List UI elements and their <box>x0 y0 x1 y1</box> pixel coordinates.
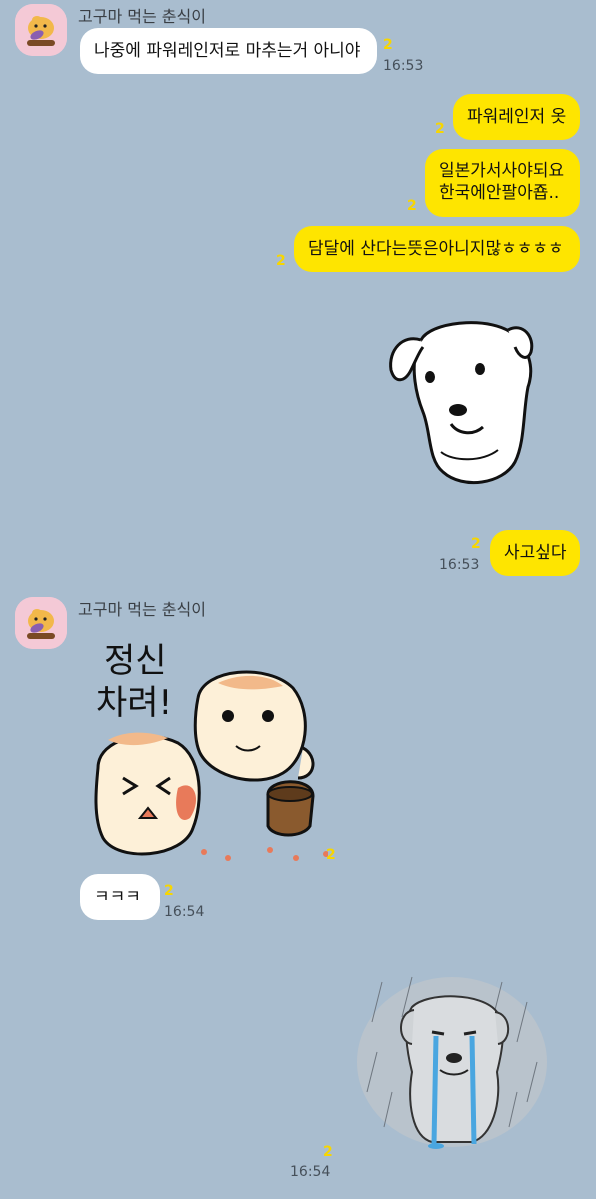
sender-avatar[interactable] <box>15 4 67 56</box>
crying-dog-icon <box>357 976 547 1149</box>
sender-name: 고구마 먹는 춘식이 <box>78 7 206 26</box>
message-text-line: 일본가서사야되요 <box>439 161 565 181</box>
message-time: 16:53 <box>383 58 424 74</box>
hamsters-icon: 정신 차려! <box>94 641 328 861</box>
message-bubble-incoming[interactable]: 나중에 파워레인저로 마추는거 아니야 <box>80 28 377 74</box>
chunsik-avatar-icon <box>15 4 67 56</box>
message-text: ㅋㅋㅋ <box>94 887 141 907</box>
sticker-text-line: 차려! <box>96 683 172 723</box>
unread-count: 2 <box>326 847 336 863</box>
message-text: 파워레인저 옷 <box>467 107 567 127</box>
message-text: 나중에 파워레인저로 마추는거 아니야 <box>94 41 361 61</box>
message-bubble-incoming[interactable]: ㅋㅋㅋ <box>80 874 160 920</box>
hamsters-sticker[interactable]: 정신 차려! <box>78 628 328 868</box>
message-bubble-outgoing[interactable]: 담달에 산다는뜻은아니지많ㅎㅎㅎㅎ <box>294 226 580 272</box>
unread-count: 2 <box>383 37 393 53</box>
unread-count: 2 <box>407 198 417 214</box>
sender-avatar[interactable] <box>15 597 67 649</box>
unread-count: 2 <box>471 536 481 552</box>
crying-dog-rain-sticker[interactable] <box>352 972 552 1152</box>
unread-count: 2 <box>276 253 286 269</box>
white-dog-icon <box>389 321 534 485</box>
chunsik-avatar-icon <box>15 597 67 649</box>
message-text: 사고싶다 <box>504 543 567 563</box>
message-bubble-outgoing[interactable]: 사고싶다 <box>490 530 580 576</box>
message-time: 16:53 <box>439 557 480 573</box>
sticker-text-line: 정신 <box>104 641 167 681</box>
message-text: 담달에 산다는뜻은아니지많ㅎㅎㅎㅎ <box>308 239 564 259</box>
unread-count: 2 <box>164 883 174 899</box>
unread-count: 2 <box>323 1144 333 1160</box>
message-time: 16:54 <box>290 1164 331 1180</box>
message-bubble-outgoing[interactable]: 일본가서사야되요 한국에안팔아죱.. <box>425 149 580 217</box>
message-bubble-outgoing[interactable]: 파워레인저 옷 <box>453 94 580 140</box>
unread-count: 2 <box>435 121 445 137</box>
white-dog-sticker[interactable] <box>383 312 538 497</box>
message-text-line: 한국에안팔아죱.. <box>439 183 560 203</box>
message-time: 16:54 <box>164 904 205 920</box>
sender-name: 고구마 먹는 춘식이 <box>78 600 206 619</box>
